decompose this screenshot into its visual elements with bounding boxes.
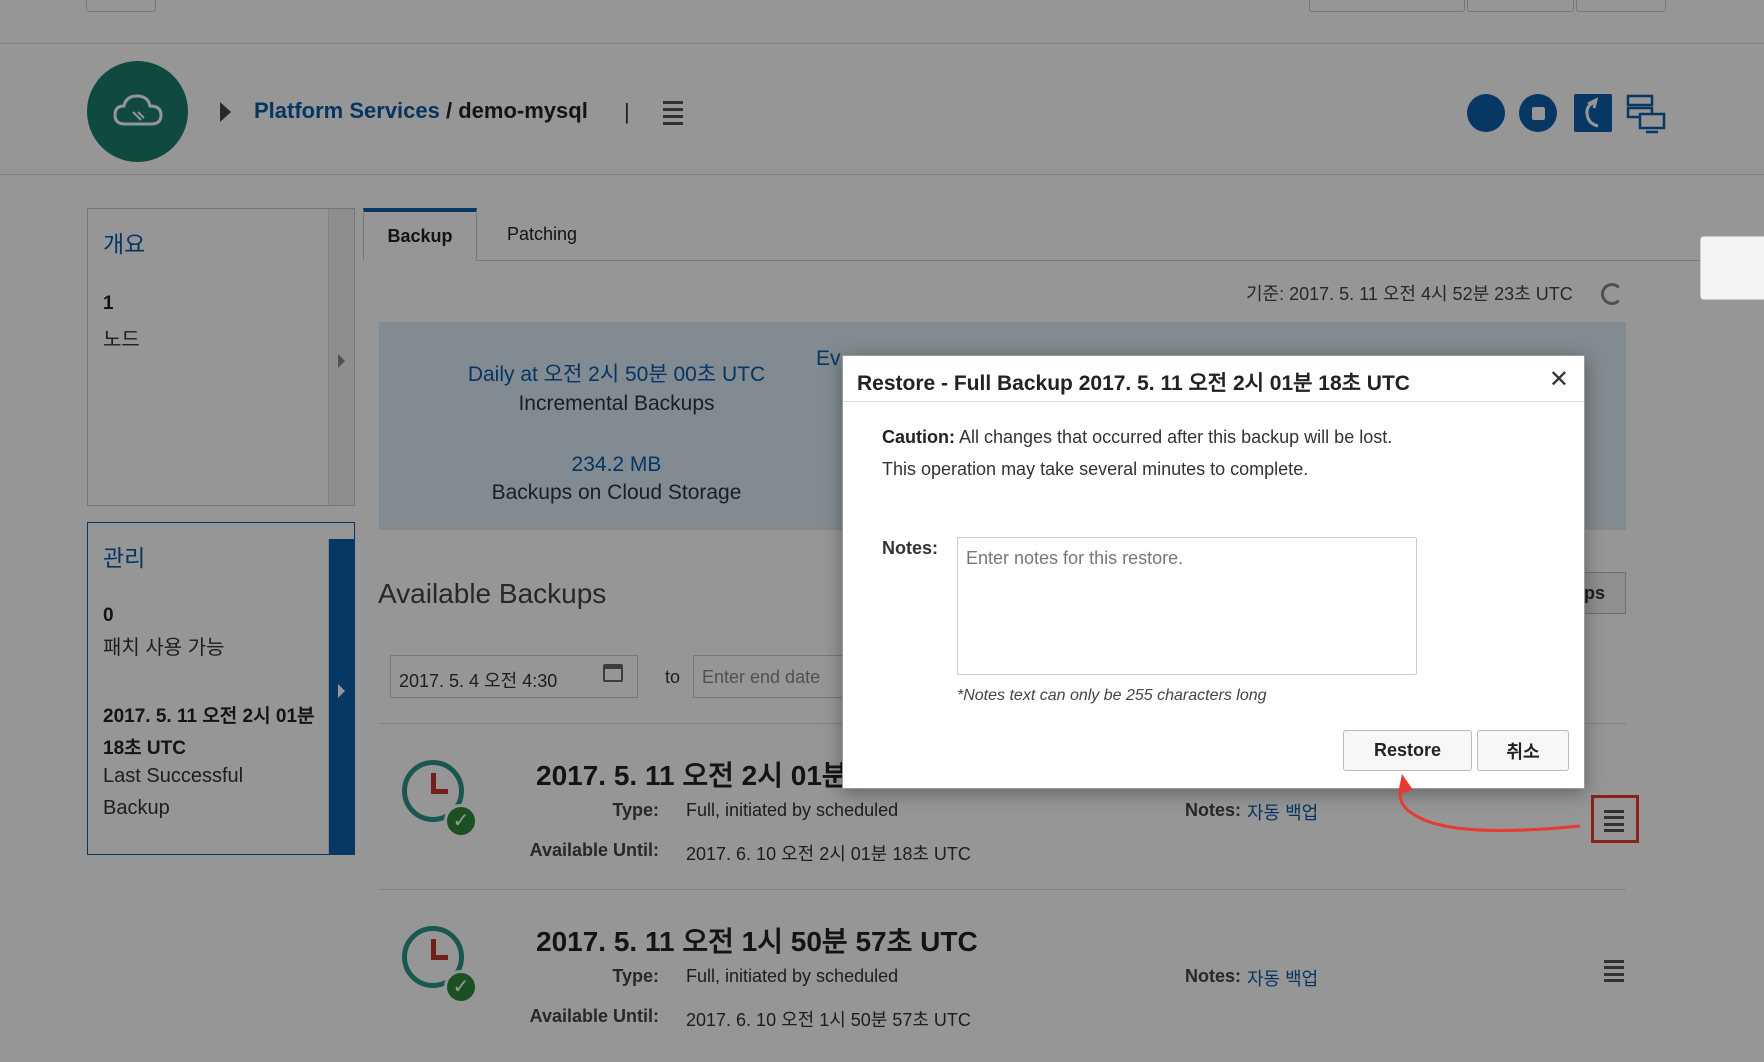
restore-button[interactable]: Restore [1343,730,1472,771]
caution-text: All changes that occurred after this bac… [954,427,1393,447]
cancel-button[interactable]: 취소 [1477,730,1569,771]
notes-field-label: Notes: [882,538,939,558]
dialog-title: Restore - Full Backup 2017. 5. 11 오전 2시 … [857,372,1410,395]
caution-message: Caution: All changes that occurred after… [882,427,1392,448]
close-icon[interactable]: ✕ [1549,365,1569,394]
side-drawer-tab[interactable] [1700,236,1764,300]
dialog-header: Restore - Full Backup 2017. 5. 11 오전 2시 … [843,356,1584,402]
restore-notes-input[interactable] [957,537,1417,675]
restore-dialog: Restore - Full Backup 2017. 5. 11 오전 2시 … [842,355,1585,789]
duration-message: This operation may take several minutes … [882,459,1309,479]
notes-length-hint: *Notes text can only be 255 characters l… [957,687,1267,704]
caution-label: Caution: [882,427,955,447]
